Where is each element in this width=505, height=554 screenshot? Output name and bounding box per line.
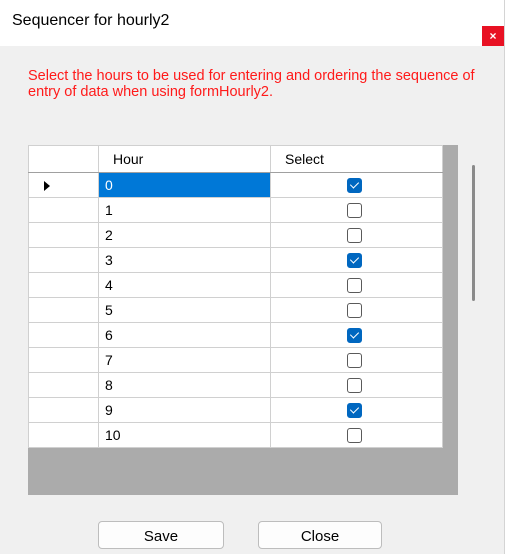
select-checkbox[interactable] — [347, 303, 362, 318]
table-row[interactable]: 7 — [28, 347, 443, 373]
select-cell[interactable] — [270, 272, 443, 298]
hour-cell[interactable]: 8 — [98, 372, 271, 398]
table-row[interactable]: 6 — [28, 322, 443, 348]
select-cell[interactable] — [270, 372, 443, 398]
title-bar: Sequencer for hourly2 × — [0, 0, 504, 46]
hour-cell[interactable]: 3 — [98, 247, 271, 273]
select-cell[interactable] — [270, 222, 443, 248]
header-row: Hour Select — [28, 145, 443, 173]
select-cell[interactable] — [270, 347, 443, 373]
hour-cell[interactable]: 6 — [98, 322, 271, 348]
select-checkbox-checked[interactable] — [347, 403, 362, 418]
select-checkbox-checked[interactable] — [347, 328, 362, 343]
grid-empty-area — [443, 145, 458, 495]
hour-cell[interactable]: 5 — [98, 297, 271, 323]
close-button[interactable]: Close — [258, 521, 382, 549]
row-header[interactable] — [28, 397, 99, 423]
row-header[interactable] — [28, 297, 99, 323]
window-close-button[interactable]: × — [482, 26, 504, 46]
row-header[interactable] — [28, 372, 99, 398]
table-row[interactable]: 8 — [28, 372, 443, 398]
select-cell[interactable] — [270, 197, 443, 223]
select-checkbox[interactable] — [347, 203, 362, 218]
select-cell[interactable] — [270, 297, 443, 323]
row-header[interactable] — [28, 222, 99, 248]
select-checkbox-checked[interactable] — [347, 178, 362, 193]
select-cell[interactable] — [270, 172, 443, 198]
table-row[interactable]: 0 — [28, 172, 443, 198]
table-row[interactable]: 1 — [28, 197, 443, 223]
table-row[interactable]: 10 — [28, 422, 443, 448]
vertical-scrollbar[interactable] — [458, 145, 488, 495]
hours-table: Hour Select 0 1 2 3 4 5 6 7 8 9 10 — [28, 145, 443, 448]
hour-cell[interactable]: 10 — [98, 422, 271, 448]
select-cell[interactable] — [270, 247, 443, 273]
hour-cell[interactable]: 4 — [98, 272, 271, 298]
select-checkbox[interactable] — [347, 428, 362, 443]
row-header[interactable] — [28, 197, 99, 223]
scrollbar-thumb[interactable] — [472, 165, 475, 301]
select-checkbox[interactable] — [347, 228, 362, 243]
select-checkbox[interactable] — [347, 353, 362, 368]
select-cell[interactable] — [270, 397, 443, 423]
close-icon: × — [489, 29, 497, 43]
row-header[interactable] — [28, 172, 99, 198]
column-header-hour[interactable]: Hour — [98, 145, 271, 173]
select-checkbox-checked[interactable] — [347, 253, 362, 268]
hour-cell[interactable]: 7 — [98, 347, 271, 373]
row-header[interactable] — [28, 347, 99, 373]
table-row[interactable]: 3 — [28, 247, 443, 273]
row-header[interactable] — [28, 422, 99, 448]
current-row-arrow-icon — [44, 181, 50, 191]
select-checkbox[interactable] — [347, 278, 362, 293]
hour-cell[interactable]: 9 — [98, 397, 271, 423]
table-row[interactable]: 2 — [28, 222, 443, 248]
select-cell[interactable] — [270, 322, 443, 348]
hour-cell[interactable]: 2 — [98, 222, 271, 248]
instructions-text: Select the hours to be used for entering… — [28, 68, 475, 100]
hour-cell[interactable]: 0 — [98, 172, 271, 198]
table-row[interactable]: 5 — [28, 297, 443, 323]
row-header-corner — [28, 145, 99, 173]
row-header[interactable] — [28, 272, 99, 298]
hours-grid[interactable]: Hour Select 0 1 2 3 4 5 6 7 8 9 10 — [28, 145, 488, 495]
row-header[interactable] — [28, 322, 99, 348]
window-title: Sequencer for hourly2 — [12, 12, 170, 29]
row-header[interactable] — [28, 247, 99, 273]
save-button[interactable]: Save — [98, 521, 224, 549]
select-checkbox[interactable] — [347, 378, 362, 393]
column-header-select[interactable]: Select — [270, 145, 443, 173]
hour-cell[interactable]: 1 — [98, 197, 271, 223]
select-cell[interactable] — [270, 422, 443, 448]
table-row[interactable]: 4 — [28, 272, 443, 298]
table-row[interactable]: 9 — [28, 397, 443, 423]
sequencer-window: Sequencer for hourly2 × Select the hours… — [0, 0, 505, 554]
